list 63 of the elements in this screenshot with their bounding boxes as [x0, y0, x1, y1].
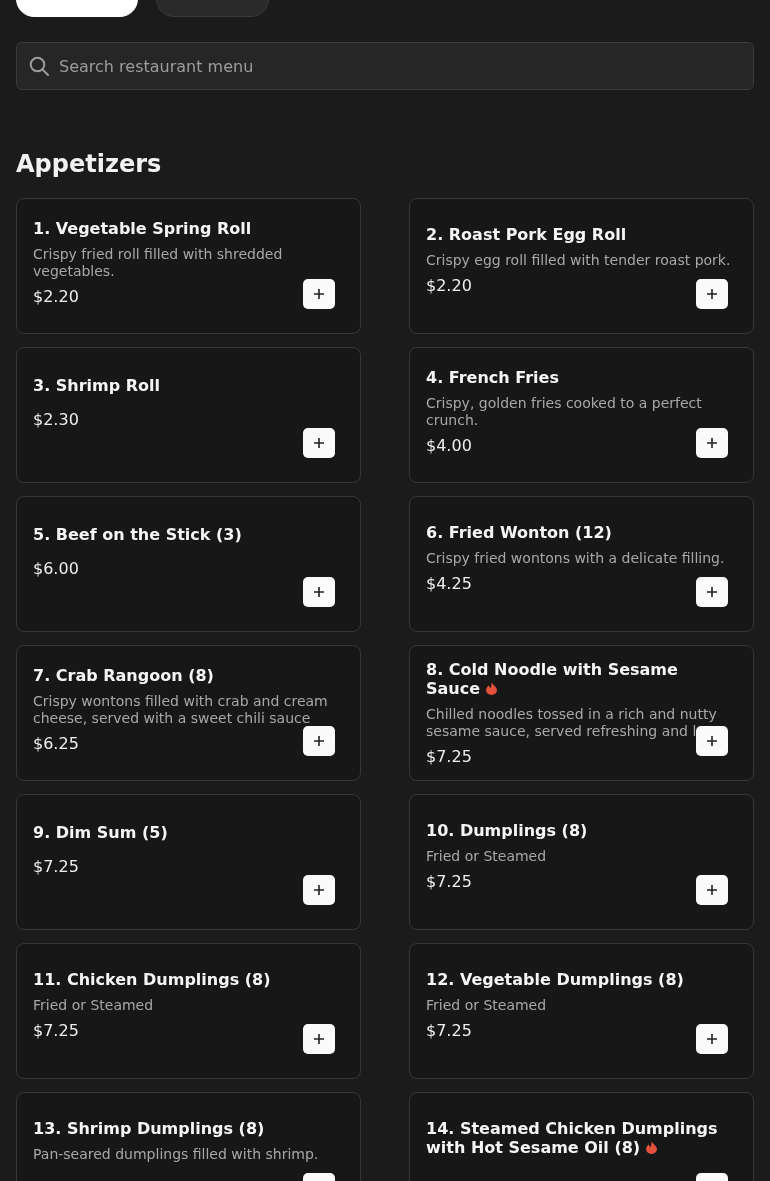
add-button[interactable] [696, 279, 728, 309]
item-name: 13. Shrimp Dumplings (8) [33, 1119, 265, 1139]
plus-icon [314, 289, 324, 299]
item-price: $7.25 [33, 1021, 79, 1041]
item-price: $2.20 [33, 287, 79, 307]
item-price: $6.00 [33, 559, 79, 578]
item-price: $4.00 [426, 436, 472, 456]
item-description: Chilled noodles tossed in a rich and nutty sesame sauce, served refreshing and l [426, 705, 718, 740]
add-button[interactable] [696, 428, 728, 458]
item-name: 5. Beef on the Stick (3) [33, 525, 242, 544]
item-description: Crispy fried roll filled with shredded vegetables. [33, 246, 284, 281]
plus-icon [314, 587, 324, 597]
plus-icon [707, 587, 717, 597]
item-name: 8. Cold Noodle with Sesame Sauce [426, 659, 678, 698]
item-name: 4. French Fries [426, 368, 559, 388]
plus-icon [707, 1034, 717, 1044]
plus-icon [707, 438, 717, 448]
search-icon [29, 56, 49, 76]
item-name: 7. Crab Rangoon (8) [33, 666, 214, 686]
plus-icon [314, 1034, 324, 1044]
item-description: Fried or Steamed [426, 997, 547, 1015]
item-price: $7.25 [426, 746, 472, 766]
plus-icon [707, 289, 717, 299]
add-button[interactable] [303, 875, 335, 905]
item-name: 14. Steamed Chicken Dumplings with Hot Sesame Oil (8) [426, 1118, 718, 1157]
item-description: Crispy egg roll filled with tender roast pork. [426, 252, 731, 270]
plus-icon [707, 736, 717, 746]
item-price: $7.25 [426, 1021, 472, 1041]
add-button[interactable] [696, 1024, 728, 1054]
section-heading: Appetizers [16, 150, 163, 179]
add-button[interactable] [696, 726, 728, 756]
add-button[interactable] [696, 577, 728, 607]
item-name: 6. Fried Wonton (12) [426, 523, 612, 543]
item-name: 9. Dim Sum (5) [33, 823, 168, 842]
item-description: Crispy wontons filled with crab and cream cheese, served with a sweet chili sauce [33, 693, 329, 728]
add-button[interactable] [303, 279, 335, 309]
plus-icon [314, 885, 324, 895]
item-name: 12. Vegetable Dumplings (8) [426, 970, 684, 990]
item-price: $2.30 [33, 410, 79, 429]
item-price: $4.25 [426, 574, 472, 594]
plus-icon [707, 885, 717, 895]
add-button[interactable] [303, 726, 335, 756]
item-price: $2.20 [426, 276, 472, 296]
item-description: Fried or Steamed [426, 848, 547, 866]
item-price: $7.25 [426, 872, 472, 892]
item-description: Fried or Steamed [33, 997, 154, 1015]
plus-icon [314, 438, 324, 448]
item-price: $6.25 [33, 734, 79, 754]
add-button[interactable] [303, 577, 335, 607]
search-field[interactable]: Search restaurant menu [16, 42, 754, 90]
item-name: 2. Roast Pork Egg Roll [426, 225, 627, 245]
item-name: 3. Shrimp Roll [33, 376, 161, 395]
plus-icon [314, 736, 324, 746]
item-name: 11. Chicken Dumplings (8) [33, 970, 271, 990]
add-button[interactable] [303, 1024, 335, 1054]
item-name: 1. Vegetable Spring Roll [33, 219, 252, 239]
item-name: 10. Dumplings (8) [426, 821, 588, 841]
add-button[interactable] [303, 428, 335, 458]
item-description: Pan-seared dumplings filled with shrimp. [33, 1146, 319, 1164]
add-button[interactable] [696, 875, 728, 905]
item-description: Crispy, golden fries cooked to a perfect crunch. [426, 395, 703, 430]
item-price: $7.25 [33, 857, 79, 876]
item-description: Crispy fried wontons with a delicate filling. [426, 550, 725, 568]
